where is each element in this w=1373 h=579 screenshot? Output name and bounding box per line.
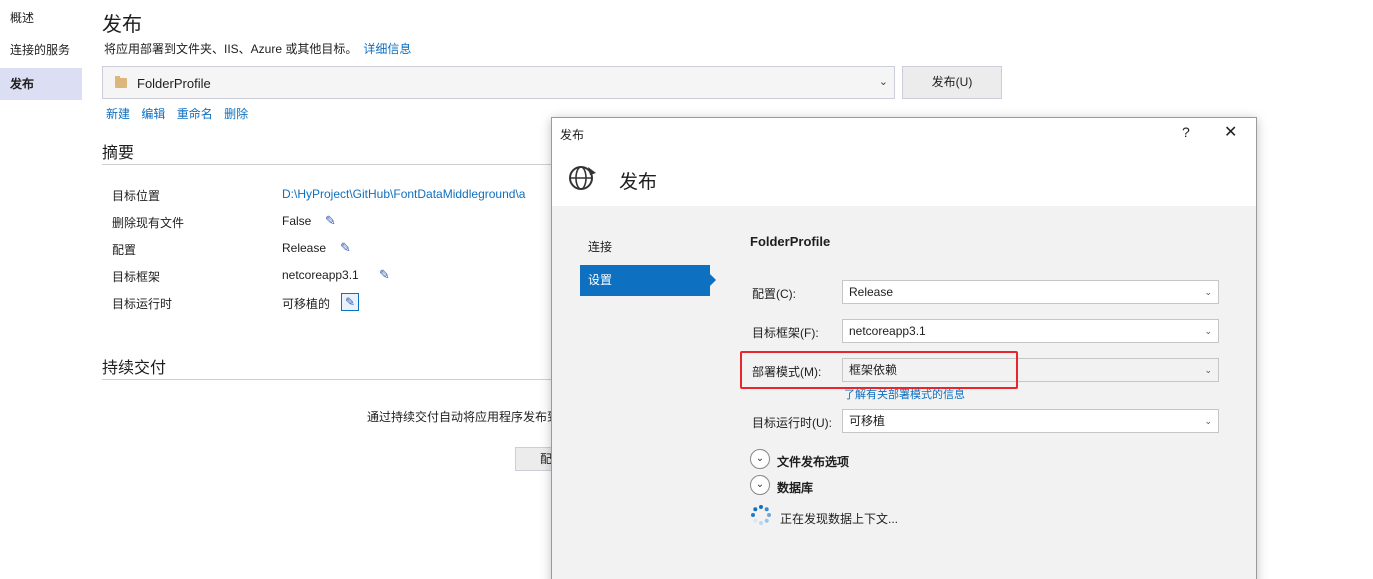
expand-file-publish-options-icon[interactable]: ⌄: [750, 449, 770, 469]
cd-title: 持续交付: [102, 360, 167, 377]
folder-icon: [115, 76, 127, 88]
dialog-heading: 发布: [619, 172, 658, 193]
profile-dropdown-value: FolderProfile: [137, 76, 211, 91]
status-text: 正在发现数据上下文...: [780, 512, 899, 526]
delete-profile-link[interactable]: 删除: [224, 107, 248, 121]
chevron-down-icon: ⌄: [1204, 326, 1212, 336]
config-select-value: Release: [849, 285, 894, 299]
file-publish-options-label[interactable]: 文件发布选项: [777, 453, 849, 470]
globe-publish-icon: [569, 166, 596, 190]
subtitle-text: 将应用部署到文件夹、IIS、Azure 或其他目标。: [104, 42, 358, 56]
edit-pencil-icon[interactable]: ✎: [379, 267, 390, 283]
publish-button[interactable]: 发布(U): [902, 66, 1002, 99]
expand-database-icon[interactable]: ⌄: [750, 475, 770, 495]
profile-actions: 新建 编辑 重命名 删除: [106, 105, 256, 122]
chevron-down-icon: ⌄: [1204, 287, 1212, 297]
cd-description: 通过持续交付自动将应用程序发布到: [367, 410, 560, 424]
close-icon[interactable]: ✕: [1224, 122, 1237, 142]
summary-title: 摘要: [102, 145, 135, 162]
framework-label: 目标框架(F):: [752, 326, 819, 340]
highlight-box: [740, 351, 1018, 389]
new-profile-link[interactable]: 新建: [106, 107, 130, 121]
chevron-down-icon: ⌄: [878, 76, 888, 88]
left-nav: 概述 连接的服务 发布: [0, 0, 82, 579]
dialog-tab-connection[interactable]: 连接: [580, 232, 710, 263]
edit-pencil-icon[interactable]: ✎: [341, 293, 359, 311]
loading-spinner-icon: [751, 505, 771, 525]
summary-label-target-location: 目标位置: [112, 189, 161, 203]
edit-profile-link[interactable]: 编辑: [141, 107, 165, 121]
nav-item-publish[interactable]: 发布: [0, 68, 82, 100]
summary-divider: [102, 164, 572, 165]
configure-cd-button[interactable]: 配: [515, 447, 555, 471]
framework-select[interactable]: netcoreapp3.1 ⌄: [842, 319, 1219, 343]
summary-value-config: Release: [282, 241, 327, 255]
cd-divider: [102, 379, 572, 380]
runtime-select-value: 可移植: [849, 414, 886, 428]
page-subtitle: 将应用部署到文件夹、IIS、Azure 或其他目标。 详细信息: [104, 40, 411, 57]
edit-pencil-icon[interactable]: ✎: [325, 213, 336, 229]
chevron-down-icon: ⌄: [1204, 365, 1212, 375]
rename-profile-link[interactable]: 重命名: [177, 107, 213, 121]
config-select[interactable]: Release ⌄: [842, 280, 1219, 304]
dialog-titlebar: 发布 ? ✕: [552, 118, 1256, 149]
nav-item-connected-services[interactable]: 连接的服务: [0, 34, 82, 66]
runtime-label: 目标运行时(U):: [752, 416, 832, 430]
nav-item-overview[interactable]: 概述: [0, 2, 82, 34]
chevron-down-icon: ⌄: [1204, 416, 1212, 426]
summary-label-delete-files: 删除现有文件: [112, 216, 185, 230]
dialog-header: 发布: [552, 149, 1256, 206]
summary-label-framework: 目标框架: [112, 270, 161, 284]
summary-label-runtime: 目标运行时: [112, 297, 173, 311]
database-label[interactable]: 数据库: [777, 479, 813, 496]
edit-pencil-icon[interactable]: ✎: [340, 240, 351, 256]
summary-value-framework: netcoreapp3.1: [282, 268, 359, 282]
summary-value-runtime: 可移植的: [282, 297, 331, 311]
runtime-select[interactable]: 可移植 ⌄: [842, 409, 1219, 433]
help-icon[interactable]: ?: [1182, 124, 1190, 140]
config-label: 配置(C):: [752, 287, 796, 301]
summary-label-config: 配置: [112, 243, 137, 257]
dialog-tab-settings[interactable]: 设置: [580, 265, 716, 296]
profile-dropdown[interactable]: FolderProfile ⌄: [102, 66, 895, 99]
page-title: 发布: [102, 14, 142, 36]
learn-deploy-mode-link[interactable]: 了解有关部署模式的信息: [844, 386, 965, 402]
framework-select-value: netcoreapp3.1: [849, 324, 926, 338]
publish-dialog: 发布 ? ✕ 发布 连接 设置 FolderProfile 配置(C): Rel…: [551, 117, 1257, 579]
dialog-window-title: 发布: [560, 128, 585, 142]
dialog-profile-name: FolderProfile: [750, 234, 831, 249]
summary-value-target-location[interactable]: D:\HyProject\GitHub\FontDataMiddleground…: [282, 187, 525, 201]
summary-value-delete-files: False: [282, 214, 312, 228]
more-info-link[interactable]: 详细信息: [363, 42, 411, 56]
